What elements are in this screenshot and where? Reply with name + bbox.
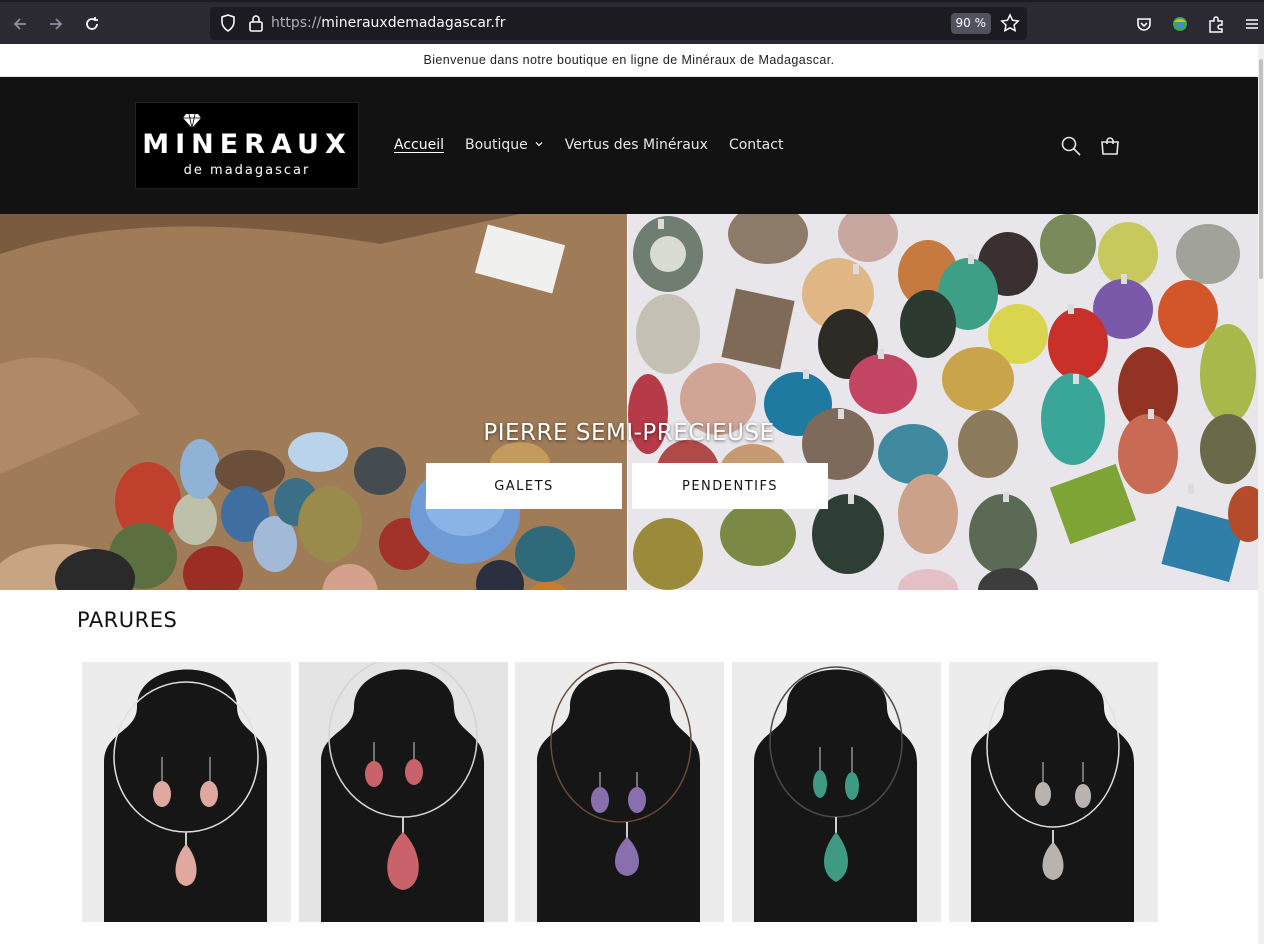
pendants-image xyxy=(628,214,1258,590)
jewelry-set-image xyxy=(732,662,941,922)
url-bar[interactable]: https://minerauxdemadagascar.fr 90 % xyxy=(210,7,1027,40)
logo-title: MINERAUX xyxy=(142,129,352,160)
jewelry-set-image xyxy=(949,662,1158,922)
polished-stones-image xyxy=(0,214,627,590)
nav-link-vertus[interactable]: Vertus des Minéraux xyxy=(565,137,708,153)
nav-link-boutique[interactable]: Boutique xyxy=(465,137,544,153)
product-card[interactable] xyxy=(515,662,724,922)
jewelry-set-image xyxy=(299,662,508,922)
pendentifs-button[interactable]: PENDENTIFS xyxy=(632,463,828,509)
shield-icon[interactable] xyxy=(218,13,238,33)
search-icon[interactable] xyxy=(1060,135,1082,157)
product-card[interactable] xyxy=(949,662,1158,922)
account-icon[interactable] xyxy=(1169,13,1191,35)
scrollbar-thumb[interactable] xyxy=(1259,59,1263,279)
hero-banner: PIERRE SEMI-PRECIEUSE GALETS PENDENTIFS xyxy=(0,214,1258,590)
forward-arrow-icon[interactable] xyxy=(40,8,72,40)
site-header: MINERAUX de madagascar Accueil Boutique … xyxy=(0,77,1258,214)
product-card[interactable] xyxy=(299,662,508,922)
browser-toolbar: https://minerauxdemadagascar.fr 90 % xyxy=(0,0,1264,44)
announcement-bar: Bienvenue dans notre boutique en ligne d… xyxy=(0,44,1258,77)
cart-icon[interactable] xyxy=(1099,135,1121,157)
logo-subtitle: de madagascar xyxy=(183,163,311,178)
main-nav: Accueil Boutique Vertus des Minéraux Con… xyxy=(394,137,804,153)
hero-heading: PIERRE SEMI-PRECIEUSE xyxy=(483,420,775,446)
pocket-icon[interactable] xyxy=(1133,13,1155,35)
section-title: PARURES xyxy=(77,608,178,632)
nav-link-contact[interactable]: Contact xyxy=(729,137,783,153)
back-arrow-icon[interactable] xyxy=(4,8,36,40)
star-icon[interactable] xyxy=(999,12,1021,34)
zoom-badge[interactable]: 90 % xyxy=(950,13,991,34)
url-host: minerauxdemadagascar.fr xyxy=(321,15,506,31)
site-logo[interactable]: MINERAUX de madagascar xyxy=(135,102,359,189)
product-card[interactable] xyxy=(732,662,941,922)
nav-link-boutique-label: Boutique xyxy=(465,137,528,153)
reload-icon[interactable] xyxy=(76,8,108,40)
product-card[interactable] xyxy=(82,662,291,922)
page-scrollbar[interactable] xyxy=(1258,44,1264,944)
galets-button[interactable]: GALETS xyxy=(426,463,622,509)
jewelry-set-image xyxy=(515,662,724,922)
url-protocol: https:// xyxy=(271,15,322,31)
extensions-icon[interactable] xyxy=(1205,13,1227,35)
diamond-icon xyxy=(183,113,201,129)
menu-icon[interactable] xyxy=(1241,13,1263,35)
chevron-down-icon xyxy=(535,142,543,147)
lock-icon[interactable] xyxy=(246,13,266,33)
url-text[interactable]: https://minerauxdemadagascar.fr xyxy=(271,15,506,31)
nav-link-accueil[interactable]: Accueil xyxy=(394,137,444,153)
jewelry-set-image xyxy=(82,662,291,922)
hero-image-galets[interactable] xyxy=(0,214,627,590)
hero-image-pendentifs[interactable] xyxy=(628,214,1258,590)
